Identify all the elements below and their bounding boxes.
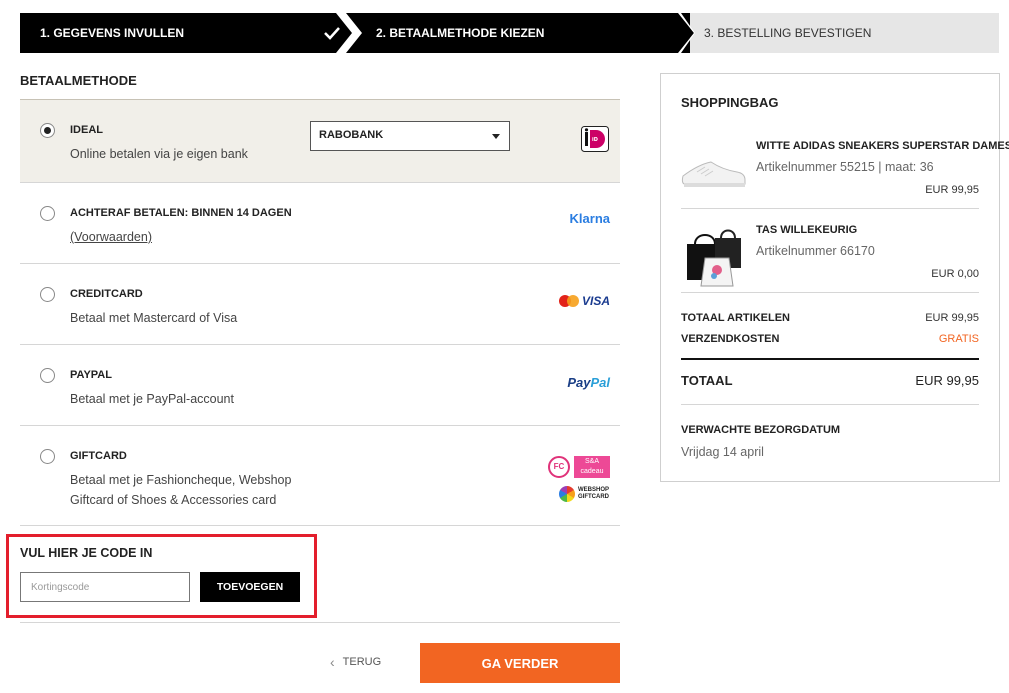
payment-option-klarna[interactable]: ACHTERAF BETALEN: BINNEN 14 DAGEN (Voorw… [20, 182, 620, 263]
total-items-value: EUR 99,95 [925, 312, 979, 324]
payment-desc: Betaal met Mastercard of Visa [70, 311, 238, 325]
delivery-date: Vrijdag 14 april [681, 445, 764, 459]
item-name: WITTE ADIDAS SNEAKERS SUPERSTAR DAMES [756, 140, 1009, 152]
section-title: BETAALMETHODE [20, 73, 137, 88]
bag-item: WITTE ADIDAS SNEAKERS SUPERSTAR DAMES Ar… [681, 140, 1009, 210]
total-label: TOTAAL [681, 373, 733, 388]
bag-item: TAS WILLEKEURIG Artikelnummer 66170 EUR … [681, 224, 979, 294]
shipping-value: GRATIS [938, 333, 979, 345]
step-separator [665, 13, 695, 53]
item-meta: Artikelnummer 55215 | maat: 36 [756, 160, 934, 174]
chevron-left-icon: ‹ [330, 653, 335, 670]
sa-logo-line: cadeau [580, 468, 604, 475]
bank-select-value: RABOBANK [319, 129, 384, 141]
divider [681, 292, 979, 293]
payment-option-ideal[interactable]: IDEAL Online betalen via je eigen bank R… [20, 99, 620, 182]
item-meta: Artikelnummer 66170 [756, 244, 875, 258]
wg-line: WEBSHOP [578, 487, 610, 493]
caret-down-icon [492, 134, 500, 139]
radio-creditcard[interactable] [40, 287, 55, 302]
payment-title: GIFTCARD [70, 450, 127, 462]
continue-button[interactable]: GA VERDER [420, 643, 620, 683]
bag-title: SHOPPINGBAG [681, 95, 779, 110]
item-price: EUR 0,00 [931, 268, 979, 280]
sneaker-thumbnail [681, 161, 746, 187]
voorwaarden-link[interactable]: (Voorwaarden) [70, 230, 152, 244]
payment-desc: Betaal met je PayPal-account [70, 392, 234, 406]
payment-option-giftcard[interactable]: GIFTCARD Betaal met je Fashioncheque, We… [20, 425, 620, 526]
total-items-row: TOTAAL ARTIKELEN EUR 99,95 [681, 312, 979, 324]
flower-icon [559, 486, 575, 502]
bag-thumbnail [687, 229, 741, 287]
step-separator [336, 13, 362, 53]
divider [20, 622, 620, 623]
payment-desc-line: Betaal met je Fashioncheque, Webshop [70, 473, 292, 487]
payment-desc: (Voorwaarden) [70, 227, 152, 247]
coupon-code-input[interactable]: Kortingscode [20, 572, 190, 602]
payment-option-paypal[interactable]: PAYPAL Betaal met je PayPal-account PayP… [20, 344, 620, 425]
total-row: TOTAAL EUR 99,95 [681, 373, 979, 388]
total-items-label: TOTAAL ARTIKELEN [681, 312, 790, 324]
radio-ideal[interactable] [40, 123, 55, 138]
sa-logo-line: S&A [584, 458, 599, 465]
payment-title: CREDITCARD [70, 288, 143, 300]
step-label: 1. GEGEVENS INVULLEN [40, 26, 185, 40]
fashioncheque-logo: FC [548, 456, 570, 478]
klarna-logo: Klarna [569, 211, 610, 226]
step-label: 3. BESTELLING BEVESTIGEN [704, 26, 872, 40]
item-name: TAS WILLEKEURIG [756, 224, 858, 236]
paypal-logo-b: Pal [590, 375, 610, 390]
coupon-title: VUL HIER JE CODE IN [20, 546, 153, 560]
back-link[interactable]: ‹ TERUG [330, 653, 382, 670]
ideal-icon: iD [581, 126, 609, 152]
step-betaalmethode: 2. BETAALMETHODE KIEZEN [350, 13, 690, 53]
payment-title: IDEAL [70, 124, 103, 136]
sa-cadeau-logo: S&A cadeau [574, 456, 610, 478]
payment-desc: Online betalen via je eigen bank [70, 147, 248, 161]
total-value: EUR 99,95 [915, 373, 979, 388]
shipping-label: VERZENDKOSTEN [681, 333, 780, 345]
divider [681, 358, 979, 360]
back-label: TERUG [342, 656, 382, 668]
wg-text: WEBSHOP GIFTCARD [578, 487, 609, 501]
coupon-placeholder: Kortingscode [31, 582, 90, 593]
wg-line: GIFTCARD [578, 494, 609, 500]
mastercard-icon [558, 295, 579, 307]
checkout-steps: 1. GEGEVENS INVULLEN 3. BESTELLING BEVES… [20, 13, 999, 53]
step-gegevens[interactable]: 1. GEGEVENS INVULLEN [20, 13, 356, 53]
divider [681, 404, 979, 405]
payment-desc-line: Giftcard of Shoes & Accessories card [70, 493, 277, 507]
svg-text:iD: iD [592, 137, 598, 143]
paypal-logo-a: Pay [567, 375, 591, 390]
item-price: EUR 99,95 [925, 184, 979, 196]
add-coupon-button[interactable]: TOEVOEGEN [200, 572, 300, 602]
shopping-bag: SHOPPINGBAG WITTE ADIDAS SNEAKERS SUPERS… [660, 73, 1009, 482]
paypal-logo: PayPal [567, 375, 610, 390]
bank-select[interactable]: RABOBANK [310, 121, 510, 151]
delivery-label: VERWACHTE BEZORGDATUM [681, 424, 841, 436]
creditcard-logos: VISA [558, 294, 610, 308]
payment-title: PAYPAL [70, 369, 112, 381]
payment-title: ACHTERAF BETALEN: BINNEN 14 DAGEN [70, 207, 292, 219]
visa-logo: VISA [581, 294, 610, 308]
step-bevestigen: 3. BESTELLING BEVESTIGEN [680, 13, 999, 53]
payment-option-creditcard[interactable]: CREDITCARD Betaal met Mastercard of Visa… [20, 263, 620, 344]
shipping-row: VERZENDKOSTEN GRATIS [681, 333, 979, 345]
payment-desc: Betaal met je Fashioncheque, Webshop Gif… [70, 470, 291, 510]
webshop-giftcard-logo: WEBSHOP GIFTCARD [559, 486, 611, 504]
payment-methods: IDEAL Online betalen via je eigen bank R… [20, 99, 620, 526]
divider [681, 208, 979, 209]
step-label: 2. BETAALMETHODE KIEZEN [376, 26, 545, 40]
radio-giftcard[interactable] [40, 449, 55, 464]
radio-paypal[interactable] [40, 368, 55, 383]
radio-klarna[interactable] [40, 206, 55, 221]
